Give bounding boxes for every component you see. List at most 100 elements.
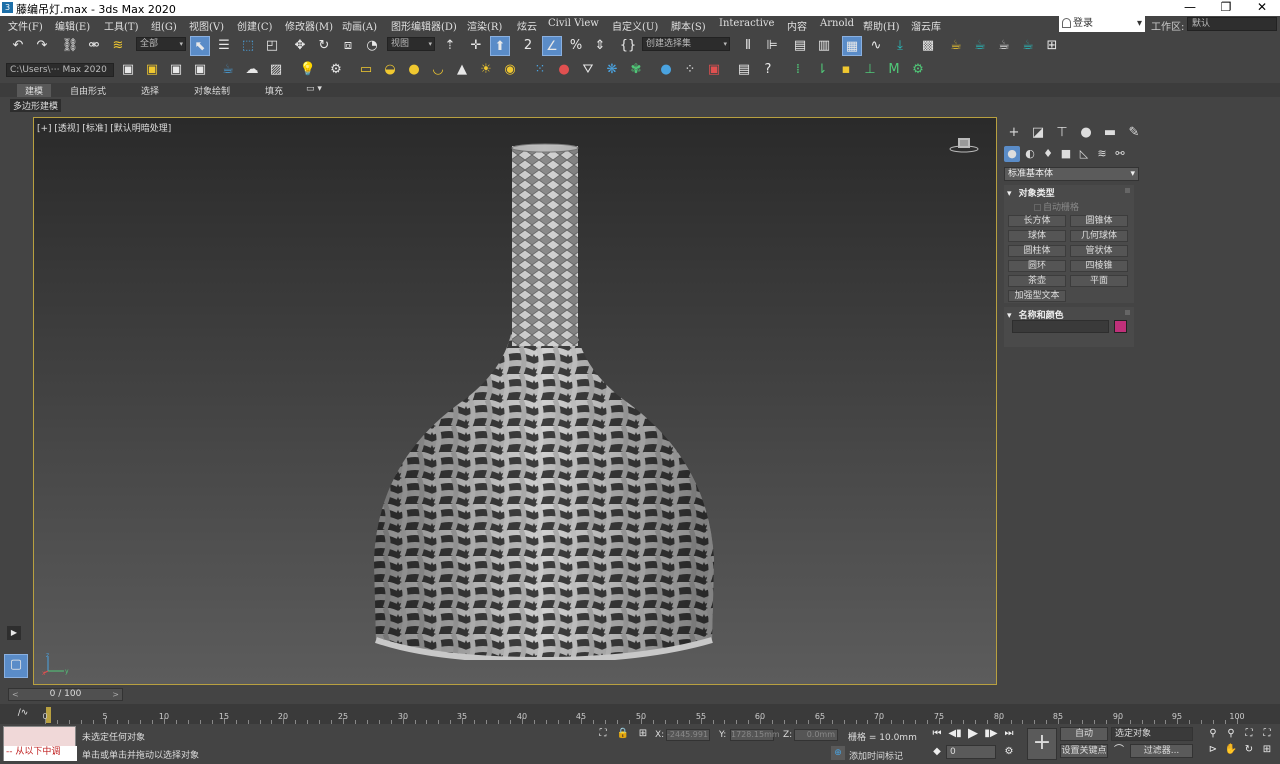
grass-icon[interactable]: ✾	[626, 60, 646, 80]
viewport-layout-icon[interactable]: ▢	[4, 654, 28, 678]
tab-populate[interactable]: 填充	[265, 84, 283, 97]
project-path-field[interactable]: C:\Users\⋯ Max 2020	[6, 63, 114, 77]
place-icon[interactable]: ◔	[362, 36, 382, 56]
menu-tools[interactable]: 工具(T)	[104, 18, 138, 33]
keyboard-shortcut-override-icon[interactable]: ⬆	[490, 36, 510, 56]
light-icon[interactable]: 💡	[298, 60, 318, 80]
track-bar[interactable]: ∕∿ 0 5 10 15 20 25 30 35 40 45 50 55 60 65 70 75 80 85 90 9…	[0, 704, 1280, 724]
menu-file[interactable]: 文件(F)	[8, 18, 43, 33]
next-frame-icon[interactable]: ▮▶	[984, 727, 998, 741]
ribbon-toggle-icon[interactable]: ▦	[842, 36, 862, 56]
menu-interactive[interactable]: Interactive	[719, 18, 774, 29]
scene-explorer-icon[interactable]: ▤	[790, 36, 810, 56]
menu-create[interactable]: 创建(C)	[237, 18, 272, 33]
unlink-icon[interactable]: ⚮	[84, 36, 104, 56]
pivot-center-icon[interactable]: ⇡	[440, 36, 460, 56]
create-tab-icon[interactable]: +	[1004, 124, 1024, 142]
layer-explorer-icon[interactable]: ▥	[814, 36, 834, 56]
display-tab-icon[interactable]: ▬	[1100, 124, 1120, 142]
menu-views[interactable]: 视图(V)	[189, 18, 224, 33]
edit-named-selection-icon[interactable]: {}	[618, 36, 638, 56]
cameras-icon[interactable]: ■	[1058, 146, 1074, 162]
object-name-input[interactable]	[1012, 320, 1109, 333]
plane-light-icon[interactable]: ▭	[356, 60, 376, 80]
close-button[interactable]: ✕	[1244, 0, 1280, 16]
box-button[interactable]: 长方体	[1008, 215, 1066, 227]
tab-object-paint[interactable]: 对象绘制	[194, 84, 230, 97]
undo-icon[interactable]: ↶	[8, 36, 28, 56]
menu-graph-editors[interactable]: 图形编辑器(D)	[391, 18, 457, 33]
menu-rendering[interactable]: 渲染(R)	[467, 18, 502, 33]
object-color-swatch[interactable]	[1114, 320, 1127, 333]
report-icon[interactable]: ▤	[734, 60, 754, 80]
menu-xuanyun[interactable]: 炫云	[517, 18, 537, 33]
render-gallery-icon[interactable]: ⊞	[1042, 36, 1062, 56]
multi-material-icon[interactable]: ⁘	[680, 60, 700, 80]
frame-ruler[interactable]: 0 5 10 15 20 25 30 35 40 45 50 55 60 65 70 75 80 85 90 95 10…	[42, 704, 1245, 724]
geosphere-button[interactable]: 几何球体	[1070, 230, 1128, 242]
prev-frame-icon[interactable]: <	[12, 689, 19, 700]
viewport-label[interactable]: [+] [透视] [标准] [默认明暗处理]	[37, 121, 171, 134]
motion-tab-icon[interactable]: ●	[1076, 124, 1096, 142]
ribbon-options-button[interactable]: ▭ ▾	[306, 84, 322, 94]
redo-icon[interactable]: ↷	[32, 36, 52, 56]
pin-icon[interactable]	[1125, 310, 1130, 315]
systems-icon[interactable]: ⚯	[1112, 146, 1128, 162]
menu-customize[interactable]: 自定义(U)	[612, 18, 658, 33]
pin-icon[interactable]	[1125, 188, 1130, 193]
tab-modeling[interactable]: 建模	[17, 84, 52, 97]
tube-button[interactable]: 管状体	[1070, 245, 1128, 257]
workspace-dropdown[interactable]: 默认	[1187, 17, 1277, 31]
window-crossing-icon[interactable]: ◰	[262, 36, 282, 56]
bowl-icon[interactable]: ◡	[428, 60, 448, 80]
set-key-button[interactable]: 设置关键点	[1060, 744, 1108, 758]
plugin-4-icon[interactable]: ⊥	[860, 60, 880, 80]
rattan-lamp-model[interactable]	[364, 140, 714, 660]
rectangular-region-icon[interactable]: ⬚	[238, 36, 258, 56]
time-tag-icon[interactable]: ⊕	[831, 746, 845, 760]
sphere-button[interactable]: 球体	[1008, 230, 1066, 242]
zoom-extents-all-icon[interactable]: ⛶	[1260, 727, 1274, 741]
proxy-icon[interactable]: ●	[554, 60, 574, 80]
previous-frame-icon[interactable]: ◀▮	[948, 727, 962, 741]
mesh-icon[interactable]: ⛛	[578, 60, 598, 80]
polygon-modeling-label[interactable]: 多边形建模	[10, 99, 62, 112]
z-coordinate-field[interactable]: 0.0mm	[794, 729, 838, 741]
plugin-5-icon[interactable]: M	[884, 60, 904, 80]
render-window-icon[interactable]: ▨	[266, 60, 286, 80]
select-manipulate-icon[interactable]: ✛	[466, 36, 486, 56]
menu-modifiers[interactable]: 修改器(M)	[285, 18, 333, 33]
render-production-icon[interactable]: ☕	[994, 36, 1014, 56]
current-frame-field[interactable]: 0	[946, 745, 996, 759]
selection-filter-dropdown[interactable]: 全部 ▾	[136, 37, 186, 51]
menu-edit[interactable]: 编辑(E)	[55, 18, 90, 33]
sphere-light-icon[interactable]: ●	[404, 60, 424, 80]
field-of-view-icon[interactable]: ⊳	[1206, 743, 1220, 757]
time-config-icon[interactable]: ⚙	[1002, 745, 1016, 759]
isolate-icon[interactable]: ⛶	[596, 727, 610, 741]
spacewarps-icon[interactable]: ≋	[1094, 146, 1110, 162]
archive-icon[interactable]: ▣	[190, 60, 210, 80]
menu-help[interactable]: 帮助(H)	[863, 18, 900, 33]
select-by-name-icon[interactable]: ☰	[214, 36, 234, 56]
render-iterative-icon[interactable]: ☕	[1018, 36, 1038, 56]
project-folder-icon[interactable]: ▣	[118, 60, 138, 80]
maximize-viewport-icon[interactable]: ⊞	[1260, 743, 1274, 757]
key-tangent-icon[interactable]: ⌒	[1112, 744, 1126, 758]
percent-snap-icon[interactable]: %	[566, 36, 586, 56]
material-editor-icon[interactable]: ▩	[918, 36, 938, 56]
pan-icon[interactable]: ✋	[1224, 743, 1238, 757]
menu-animation[interactable]: 动画(A)	[342, 18, 377, 33]
cylinder-button[interactable]: 圆柱体	[1008, 245, 1066, 257]
absolute-mode-icon[interactable]: ⊞	[636, 727, 650, 741]
geometry-icon[interactable]: ●	[1004, 146, 1020, 162]
login-dropdown[interactable]: 登录 ▾	[1059, 16, 1145, 32]
y-coordinate-field[interactable]: 1728.15mm	[730, 729, 780, 741]
plugin-6-icon[interactable]: ⚙	[908, 60, 928, 80]
maximize-button[interactable]: ❐	[1208, 0, 1244, 16]
named-selection-dropdown[interactable]: 创建选择集 ▾	[642, 37, 730, 51]
modify-tab-icon[interactable]: ◪	[1028, 124, 1048, 142]
help-icon[interactable]: ?	[758, 60, 778, 80]
rendered-frame-window-icon[interactable]: ☕	[970, 36, 990, 56]
render-setup-icon[interactable]: ☕	[946, 36, 966, 56]
